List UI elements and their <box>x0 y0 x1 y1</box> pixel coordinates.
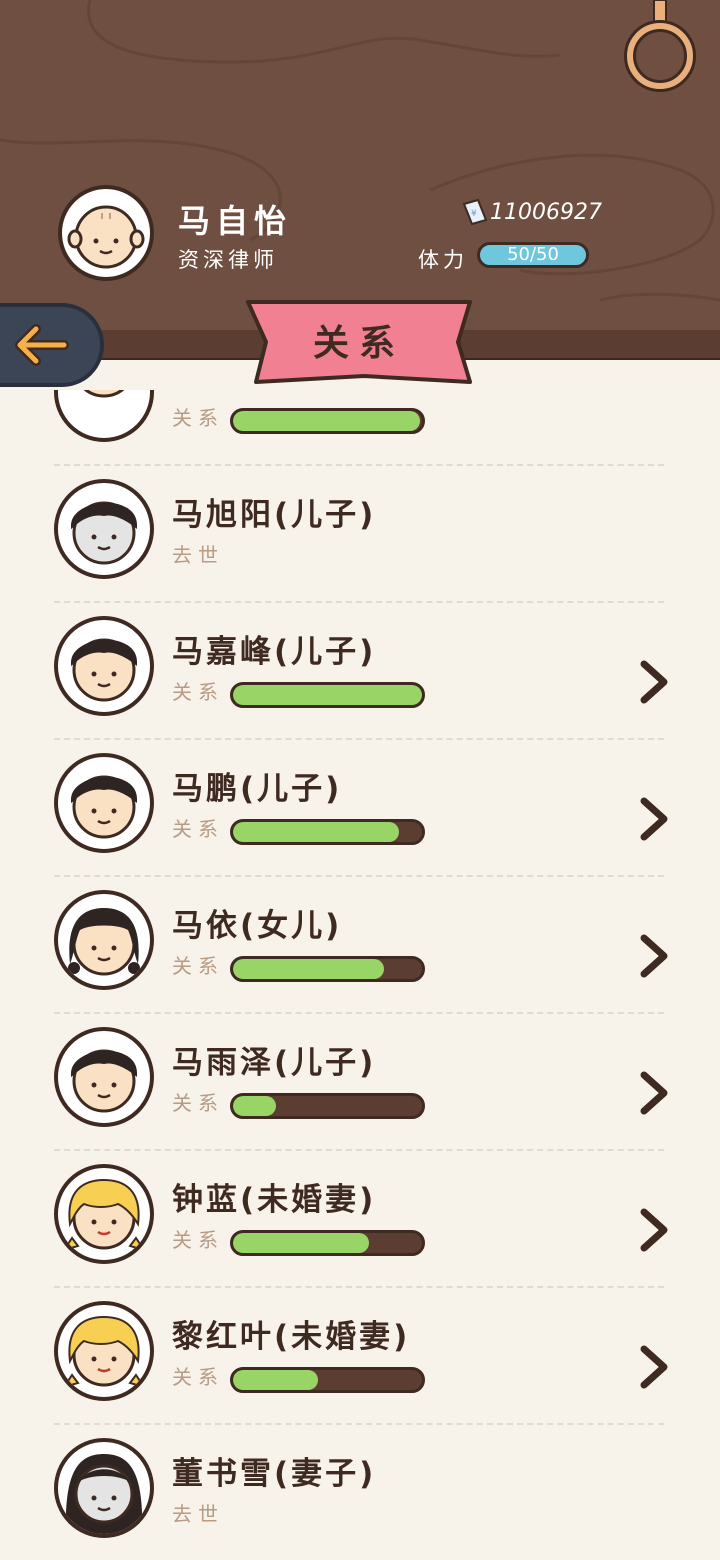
hanging-ring-icon <box>624 0 696 99</box>
player-title: 资深律师 <box>178 248 278 272</box>
relation-name: 黎红叶(未婚妻) <box>172 1319 411 1355</box>
relation-row[interactable]: 钟蓝(未婚妻) 关系 <box>0 1150 720 1288</box>
relation-progress-fill <box>233 411 421 431</box>
profile-header: 马自怡 资深律师 ¥ 11006927 体力 50/50 <box>0 0 720 330</box>
stamina-label: 体力 <box>418 248 468 272</box>
relation-label: 关系 <box>172 954 224 978</box>
relation-row[interactable]: 马依(女儿) 关系 <box>0 876 720 1014</box>
player-name: 马自怡 <box>178 202 293 240</box>
relation-progress-fill <box>233 685 422 705</box>
relation-row[interactable]: 马嘉峰(儿子) 关系 <box>0 602 720 740</box>
back-arrow-icon <box>15 324 69 366</box>
deceased-label: 去世 <box>172 1502 224 1526</box>
relation-progress-bar <box>230 956 425 982</box>
relation-avatar <box>54 753 154 853</box>
relation-row[interactable]: 关系 <box>0 390 720 466</box>
relation-row: 董书雪(妻子) 去世 <box>0 1424 720 1560</box>
chevron-right-icon[interactable] <box>638 1071 670 1119</box>
relation-label: 关系 <box>172 680 224 704</box>
relation-label: 关系 <box>172 1365 224 1389</box>
section-title: 关系 <box>312 323 405 364</box>
chevron-right-icon[interactable] <box>638 1345 670 1393</box>
svg-text:¥: ¥ <box>471 209 477 219</box>
relation-progress-fill <box>233 1370 319 1390</box>
money-amount: 11006927 <box>490 200 602 225</box>
relation-progress-fill <box>233 1096 277 1116</box>
relation-avatar <box>54 1301 154 1401</box>
relation-label: 关系 <box>172 817 224 841</box>
money-icon: ¥ <box>460 198 488 230</box>
chevron-right-icon[interactable] <box>638 934 670 982</box>
relation-progress-fill <box>233 959 385 979</box>
relation-row[interactable]: 马鹏(儿子) 关系 <box>0 739 720 877</box>
relation-avatar <box>54 479 154 579</box>
relation-label: 关系 <box>172 1228 224 1252</box>
relation-name: 马旭阳(儿子) <box>172 497 377 533</box>
relation-progress-bar <box>230 682 425 708</box>
relation-label: 关系 <box>172 1091 224 1115</box>
relation-name: 马鹏(儿子) <box>172 771 343 807</box>
relation-name: 钟蓝(未婚妻) <box>172 1182 377 1218</box>
deceased-label: 去世 <box>172 543 224 567</box>
relation-name: 马雨泽(儿子) <box>172 1045 377 1081</box>
relation-avatar <box>54 616 154 716</box>
relation-row[interactable]: 马雨泽(儿子) 关系 <box>0 1013 720 1151</box>
relation-avatar <box>54 1164 154 1264</box>
chevron-right-icon[interactable] <box>638 1208 670 1256</box>
relation-progress-fill <box>233 822 400 842</box>
relation-row: 马旭阳(儿子) 去世 <box>0 465 720 603</box>
relation-row[interactable]: 黎红叶(未婚妻) 关系 <box>0 1287 720 1425</box>
relation-progress-bar <box>230 1367 425 1393</box>
relation-name: 马嘉峰(儿子) <box>172 634 377 670</box>
relation-progress-bar <box>230 819 425 845</box>
relations-list[interactable]: 关系 马旭阳(儿子) 去世 马嘉峰(儿子) 关系 马鹏(儿子) 关系 马依(女儿) 关系 马雨泽(… <box>0 390 720 1560</box>
relation-name: 董书雪(妻子) <box>172 1456 377 1492</box>
chevron-right-icon[interactable] <box>638 797 670 845</box>
back-button[interactable] <box>0 303 104 387</box>
relation-avatar <box>54 1438 154 1538</box>
relation-avatar <box>54 890 154 990</box>
relation-avatar <box>54 1027 154 1127</box>
relation-progress-bar <box>230 1230 425 1256</box>
relation-progress-bar <box>230 1093 425 1119</box>
chevron-right-icon[interactable] <box>638 660 670 708</box>
section-banner: 关系 <box>244 296 474 388</box>
relation-progress-bar <box>230 408 425 434</box>
relation-progress-fill <box>233 1233 370 1253</box>
relation-label: 关系 <box>172 406 224 430</box>
player-avatar[interactable] <box>58 185 154 281</box>
relation-avatar <box>54 390 154 442</box>
stamina-value: 50/50 <box>477 242 589 268</box>
relation-name: 马依(女儿) <box>172 908 343 944</box>
